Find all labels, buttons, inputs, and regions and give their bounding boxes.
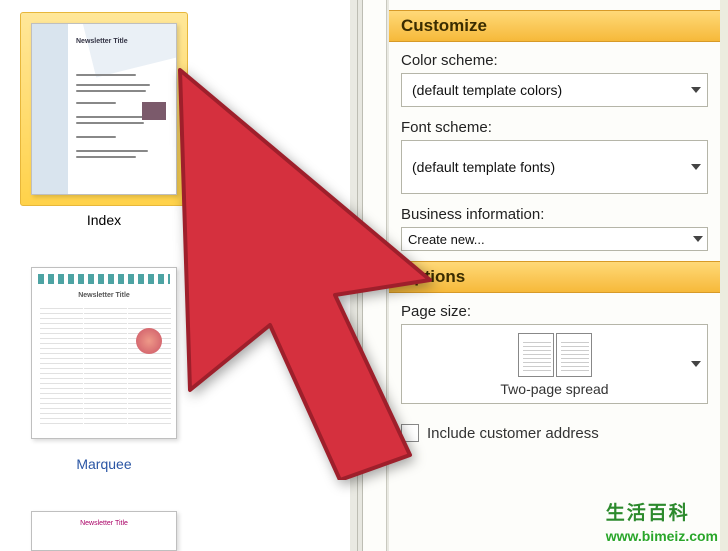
customize-header: Customize [389, 10, 720, 42]
page-size-dropdown[interactable]: Two-page spread [401, 324, 708, 404]
chevron-down-icon [691, 87, 701, 93]
template-thumbnail: Newsletter Title [31, 267, 177, 439]
template-label: Index [87, 212, 121, 228]
business-info-label: Business information: [401, 206, 708, 223]
two-page-spread-icon [518, 333, 592, 377]
business-info-dropdown[interactable]: Create new... [401, 227, 708, 251]
gutter [363, 0, 387, 551]
template-gallery: Newsletter Title Index Newsletter Title [0, 0, 350, 551]
template-thumbnail: Newsletter Title [31, 23, 177, 195]
customize-panel: Customize Color scheme: (default templat… [389, 0, 720, 551]
business-info-value: Create new... [408, 232, 485, 247]
font-scheme-dropdown[interactable]: (default template fonts) [401, 140, 708, 194]
template-card-index[interactable]: Newsletter Title Index [14, 12, 194, 228]
include-customer-label: Include customer address [427, 425, 599, 442]
include-customer-checkbox[interactable] [401, 424, 419, 442]
chevron-down-icon [693, 236, 703, 242]
font-scheme-label: Font scheme: [401, 119, 708, 136]
page-size-label: Page size: [401, 303, 708, 320]
color-scheme-value: (default template colors) [412, 82, 562, 98]
font-scheme-value: (default template fonts) [412, 159, 555, 175]
color-scheme-dropdown[interactable]: (default template colors) [401, 73, 708, 107]
options-header: Options [389, 261, 720, 293]
page-size-value: Two-page spread [500, 381, 608, 397]
template-label: Marquee [76, 456, 131, 472]
color-scheme-label: Color scheme: [401, 52, 708, 69]
chevron-down-icon [691, 361, 701, 367]
scrollbar[interactable] [720, 0, 728, 551]
chevron-down-icon [691, 164, 701, 170]
template-card-next[interactable]: Newsletter Title [14, 500, 194, 551]
template-thumbnail: Newsletter Title [31, 511, 177, 551]
template-card-marquee[interactable]: Newsletter Title Marquee [14, 256, 194, 472]
